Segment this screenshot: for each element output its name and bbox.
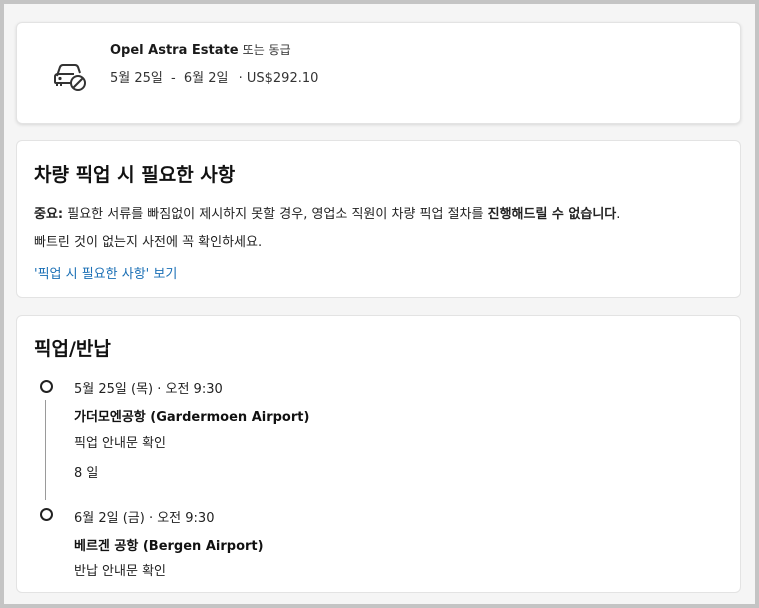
notice-prefix: 중요:: [34, 207, 64, 222]
date-start: 5월 25일: [110, 71, 163, 86]
requirements-card: 차량 픽업 시 필요한 사항 중요: 필요한 서류를 빠짐없이 제시하지 못할 …: [16, 140, 741, 298]
date-separator: -: [171, 71, 176, 86]
notice-line2: 빠트린 것이 없는지 사전에 꼭 확인하세요.: [34, 235, 263, 250]
car-summary-card: Opel Astra Estate 또는 동급 5월 25일 - 6월 2일 ·…: [16, 22, 741, 124]
pickup-datetime: 5월 25일 (목) · 오전 9:30: [74, 382, 223, 397]
pickup-return-card: 픽업/반납 5월 25일 (목) · 오전 9:30 가더모엔공항 (Garde…: [16, 315, 741, 593]
rental-duration: 8 일: [74, 466, 99, 481]
car-unavailable-icon: [54, 64, 86, 91]
return-location: 베르겐 공항 (Bergen Airport): [74, 539, 264, 554]
page-frame: Opel Astra Estate 또는 동급 5월 25일 - 6월 2일 ·…: [4, 4, 755, 604]
rental-dates: 5월 25일 - 6월 2일 · US$292.10: [110, 67, 318, 86]
pickup-return-title: 픽업/반납: [34, 338, 111, 360]
car-grade: 또는 동급: [242, 43, 291, 57]
requirements-notice: 중요: 필요한 서류를 빠짐없이 제시하지 못할 경우, 영업소 직원이 차량 …: [34, 201, 734, 257]
return-instructions-link[interactable]: 반납 안내문 확인: [74, 560, 166, 579]
notice-end: .: [616, 207, 621, 222]
pickup-instructions-link[interactable]: 픽업 안내문 확인: [74, 432, 166, 451]
car-title: Opel Astra Estate 또는 동급: [110, 41, 291, 58]
pickup-location: 가더모엔공항 (Gardermoen Airport): [74, 410, 310, 425]
car-name: Opel Astra Estate: [110, 43, 239, 58]
requirements-title: 차량 픽업 시 필요한 사항: [34, 164, 236, 186]
return-timeline-dot: [40, 508, 53, 521]
timeline-line: [45, 400, 46, 500]
notice-bold: 진행해드릴 수 없습니다: [487, 207, 617, 222]
pickup-timeline-dot: [40, 380, 53, 393]
rental-price: · US$292.10: [238, 71, 319, 86]
view-requirements-link[interactable]: '픽업 시 필요한 사항' 보기: [34, 263, 177, 282]
notice-text: 필요한 서류를 빠짐없이 제시하지 못할 경우, 영업소 직원이 차량 픽업 절…: [63, 207, 488, 222]
return-datetime: 6월 2일 (금) · 오전 9:30: [74, 511, 215, 526]
date-end: 6월 2일: [183, 71, 229, 86]
